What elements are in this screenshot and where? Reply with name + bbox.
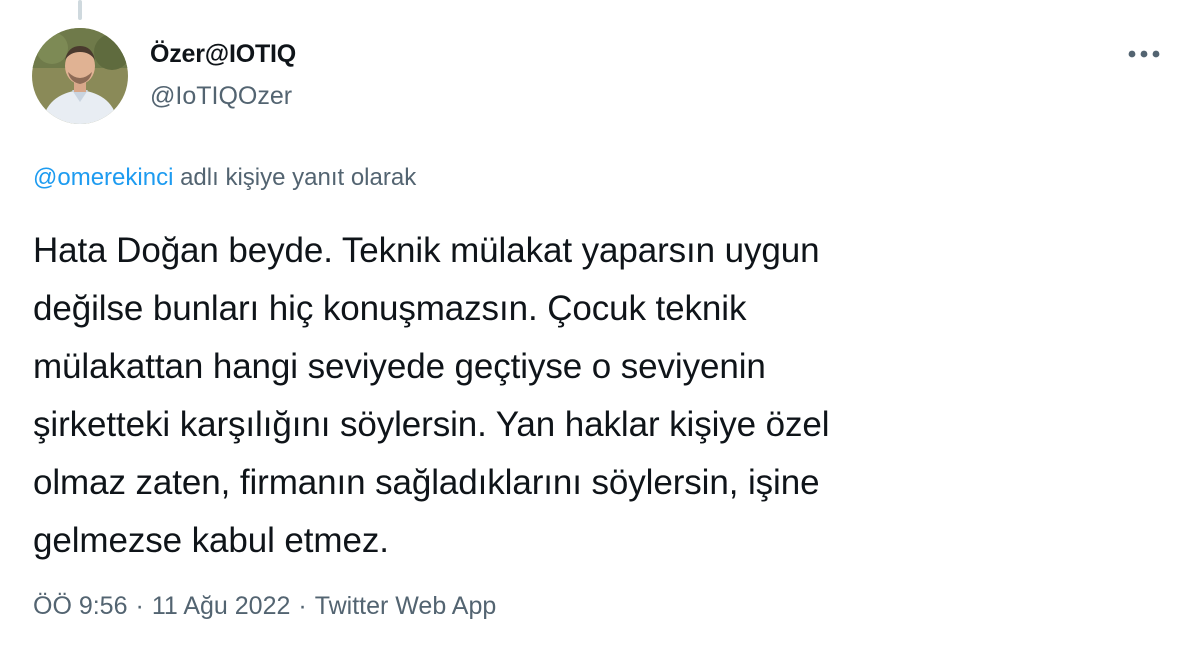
tweet-source-link[interactable]: Twitter Web App bbox=[315, 592, 497, 620]
tweet-text-line: olmaz zaten, firmanın sağladıklarını söy… bbox=[33, 463, 820, 502]
avatar[interactable] bbox=[32, 28, 128, 124]
tweet-text-line: mülakattan hangi seviyede geçtiyse o sev… bbox=[33, 347, 766, 386]
more-options-button[interactable] bbox=[1122, 36, 1166, 72]
tweet-text: Hata Doğan beyde. Teknik mülakat yaparsı… bbox=[33, 222, 1153, 570]
author-handle[interactable]: @IoTIQOzer bbox=[150, 82, 292, 111]
tweet-text-line: şirketteki karşılığını söylersin. Yan ha… bbox=[33, 405, 830, 444]
author-display-name[interactable]: Özer@IOTIQ bbox=[150, 40, 296, 69]
thread-connector-line bbox=[78, 0, 82, 20]
tweet-metadata: ÖÖ 9:56 · 11 Ağu 2022 · Twitter Web App bbox=[33, 592, 496, 621]
avatar-photo bbox=[32, 28, 128, 124]
meta-separator: · bbox=[135, 592, 144, 620]
reply-mention-link[interactable]: @omerekinci bbox=[33, 164, 173, 191]
more-horizontal-icon bbox=[1128, 50, 1160, 58]
tweet-text-line: gelmezse kabul etmez. bbox=[33, 521, 389, 560]
tweet-date-link[interactable]: 11 Ağu 2022 bbox=[152, 592, 291, 620]
reply-context-label: adlı kişiye yanıt olarak bbox=[180, 164, 417, 191]
tweet-text-line: Hata Doğan beyde. Teknik mülakat yaparsı… bbox=[33, 231, 820, 270]
meta-separator: · bbox=[298, 592, 307, 620]
tweet-text-line: değilse bunları hiç konuşmazsın. Çocuk t… bbox=[33, 289, 747, 328]
reply-context: @omerekinci adlı kişiye yanıt olarak bbox=[33, 164, 416, 192]
tweet-time-link[interactable]: ÖÖ 9:56 bbox=[33, 592, 128, 620]
